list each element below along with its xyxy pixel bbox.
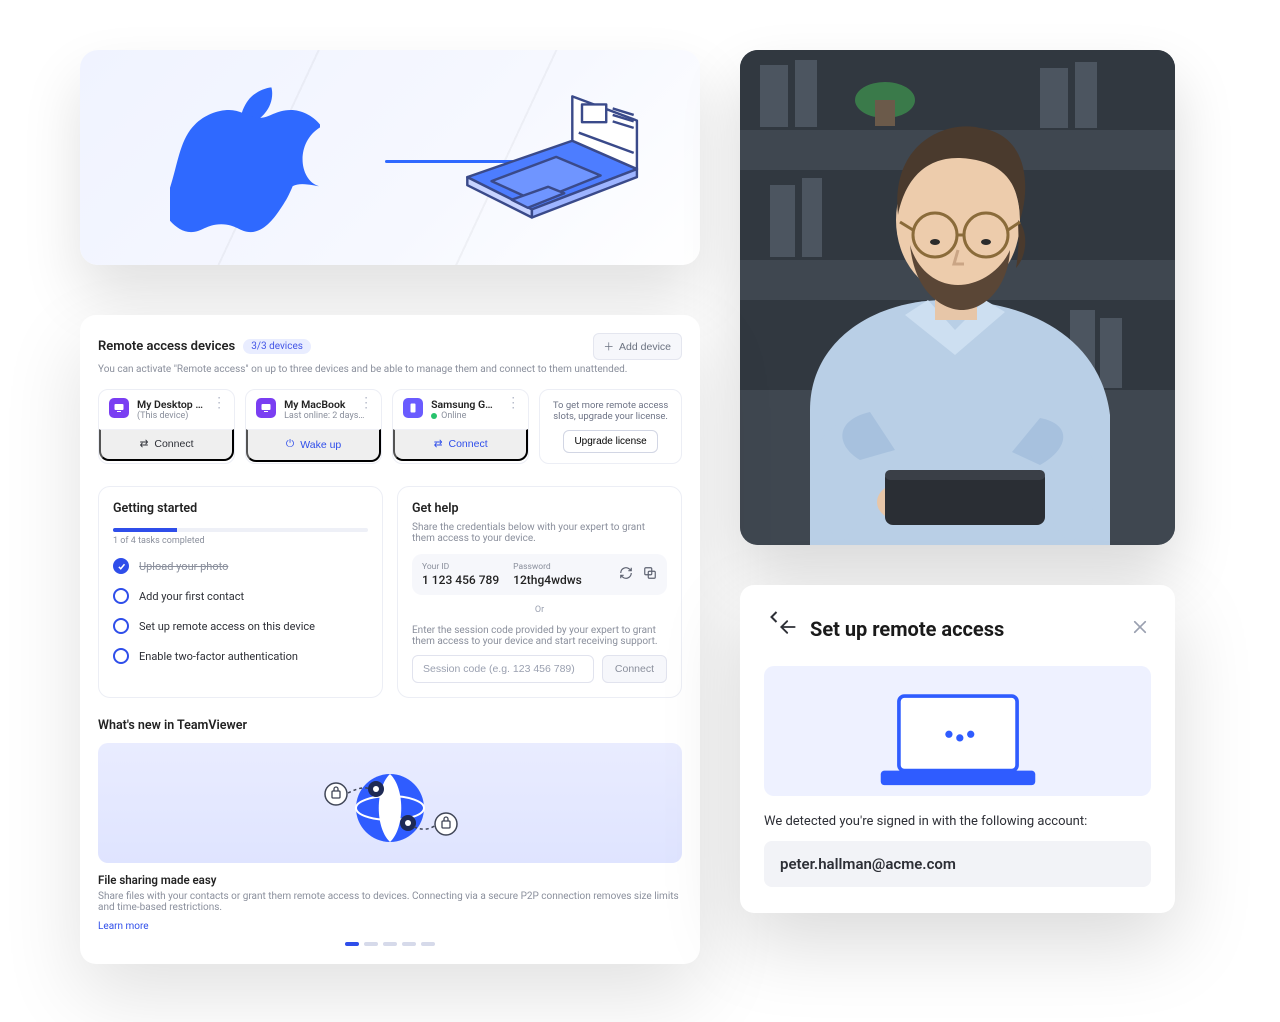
device-name: My Desktop PC bbox=[137, 398, 204, 411]
pager-dot[interactable] bbox=[364, 942, 378, 946]
mobile-icon bbox=[403, 398, 423, 418]
swap-icon: ⇄ bbox=[140, 438, 149, 450]
password-value: 12thg4wdws bbox=[513, 573, 582, 587]
check-circle-icon bbox=[113, 558, 129, 574]
close-icon[interactable] bbox=[1131, 618, 1151, 640]
progress-caption: 1 of 4 tasks completed bbox=[113, 536, 368, 546]
task-label: Add your first contact bbox=[139, 590, 244, 603]
device-cards-row: My Desktop PC (This device) ⋮ ⇄ Connect … bbox=[98, 389, 682, 464]
whats-new-illustration bbox=[98, 743, 682, 863]
upgrade-card: To get more remote access slots, upgrade… bbox=[539, 389, 682, 464]
device-sub: (This device) bbox=[137, 411, 204, 421]
session-code-input[interactable] bbox=[412, 655, 594, 683]
device-connect-button[interactable]: ⇄ Connect bbox=[99, 429, 234, 461]
pager-dot[interactable] bbox=[421, 942, 435, 946]
get-help-panel: Get help Share the credentials below wit… bbox=[397, 486, 682, 698]
setup-detected-text: We detected you're signed in with the fo… bbox=[764, 814, 1151, 829]
task-item[interactable]: Enable two-factor authentication bbox=[113, 648, 368, 664]
remote-access-title: Remote access devices bbox=[98, 339, 235, 354]
remote-access-subtitle: You can activate "Remote access" on up t… bbox=[98, 364, 682, 375]
pager-dot[interactable] bbox=[345, 942, 359, 946]
pager-dot[interactable] bbox=[402, 942, 416, 946]
news-headline: File sharing made easy bbox=[98, 873, 682, 887]
task-label: Enable two-factor authentication bbox=[139, 650, 298, 663]
setup-remote-access-modal: Set up remote access We detected you're … bbox=[740, 585, 1175, 913]
kebab-icon[interactable]: ⋮ bbox=[506, 398, 518, 408]
circle-icon bbox=[113, 588, 129, 604]
online-indicator-icon bbox=[431, 413, 437, 419]
device-name: Samsung Galaxy… bbox=[431, 398, 498, 411]
kebab-icon[interactable]: ⋮ bbox=[212, 398, 224, 408]
add-device-button[interactable]: ＋ Add device bbox=[593, 333, 682, 360]
task-item[interactable]: Set up remote access on this device bbox=[113, 618, 368, 634]
dashboard-card: Remote access devices 3/3 devices ＋ Add … bbox=[80, 315, 700, 964]
credentials-box: Your ID 1 123 456 789 Password 12thg4wdw… bbox=[412, 554, 667, 595]
get-help-subtitle: Share the credentials below with your ex… bbox=[412, 522, 667, 544]
session-connect-button[interactable]: Connect bbox=[602, 655, 667, 683]
circle-icon bbox=[113, 618, 129, 634]
desktop-icon bbox=[109, 398, 129, 418]
pager-dot[interactable] bbox=[383, 942, 397, 946]
task-label: Upload your photo bbox=[139, 560, 228, 573]
refresh-icon[interactable] bbox=[619, 566, 633, 583]
your-id-value: 1 123 456 789 bbox=[422, 573, 499, 587]
password-label: Password bbox=[513, 562, 582, 572]
task-item[interactable]: Add your first contact bbox=[113, 588, 368, 604]
get-help-title: Get help bbox=[412, 501, 667, 516]
setup-illustration bbox=[764, 666, 1151, 796]
device-card: My Desktop PC (This device) ⋮ ⇄ Connect bbox=[98, 389, 235, 464]
back-arrow-icon[interactable] bbox=[778, 617, 798, 641]
device-action-label: Connect bbox=[154, 438, 193, 450]
task-item[interactable]: Upload your photo bbox=[113, 558, 368, 574]
upgrade-text: To get more remote access slots, upgrade… bbox=[550, 400, 671, 422]
progress-fill bbox=[113, 528, 177, 532]
laptop-icon bbox=[435, 85, 645, 245]
whats-new-title: What's new in TeamViewer bbox=[98, 718, 682, 733]
getting-started-panel: Getting started 1 of 4 tasks completed U… bbox=[98, 486, 383, 698]
your-id-label: Your ID bbox=[422, 562, 499, 572]
copy-icon[interactable] bbox=[643, 566, 657, 583]
apple-logo-icon bbox=[170, 85, 320, 245]
device-card: My MacBook Last online: 2 days… ⋮ ⏻ Wake… bbox=[245, 389, 382, 464]
device-sub: Online bbox=[431, 411, 498, 421]
hero-card bbox=[80, 50, 700, 265]
device-count-badge: 3/3 devices bbox=[243, 339, 311, 354]
kebab-icon[interactable]: ⋮ bbox=[359, 398, 371, 408]
device-name: My MacBook bbox=[284, 398, 351, 411]
news-body: Share files with your contacts or grant … bbox=[98, 891, 682, 913]
upgrade-license-button[interactable]: Upgrade license bbox=[563, 430, 657, 453]
getting-started-title: Getting started bbox=[113, 501, 368, 516]
device-card: Samsung Galaxy… Online ⋮ ⇄ Connect bbox=[392, 389, 529, 464]
or-divider: Or bbox=[412, 605, 667, 615]
carousel-pager[interactable] bbox=[98, 942, 682, 946]
learn-more-link[interactable]: Learn more bbox=[98, 921, 149, 932]
lifestyle-photo bbox=[740, 50, 1175, 545]
progress-bar bbox=[113, 528, 368, 532]
task-list: Upload your photo Add your first contact… bbox=[113, 558, 368, 664]
plus-icon: ＋ bbox=[604, 339, 615, 354]
device-action-label: Connect bbox=[449, 438, 488, 450]
task-label: Set up remote access on this device bbox=[139, 620, 315, 633]
device-wakeup-button[interactable]: ⏻ Wake up bbox=[246, 429, 381, 462]
add-device-label: Add device bbox=[619, 341, 671, 353]
device-action-label: Wake up bbox=[300, 439, 341, 451]
setup-title: Set up remote access bbox=[810, 617, 1119, 641]
whats-new-section: What's new in TeamViewer bbox=[98, 718, 682, 946]
desktop-icon bbox=[256, 398, 276, 418]
detected-email: peter.hallman@acme.com bbox=[764, 841, 1151, 887]
circle-icon bbox=[113, 648, 129, 664]
device-connect-button[interactable]: ⇄ Connect bbox=[393, 429, 528, 461]
session-helper-text: Enter the session code provided by your … bbox=[412, 625, 667, 647]
power-icon: ⏻ bbox=[286, 438, 294, 451]
swap-icon: ⇄ bbox=[434, 438, 443, 450]
device-sub: Last online: 2 days… bbox=[284, 411, 351, 421]
